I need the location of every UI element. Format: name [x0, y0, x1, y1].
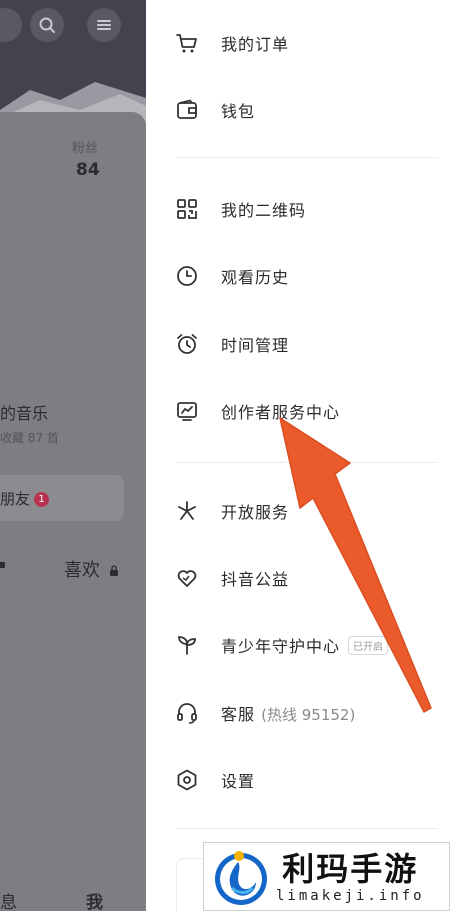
watermark-title: 利玛手游: [282, 849, 419, 888]
hamburger-icon: [97, 20, 111, 30]
menu-label-history: 观看历史: [221, 268, 290, 287]
menu-item-customer-service[interactable]: 客服 (热线 95152): [146, 686, 450, 740]
fans-label: 粉丝: [72, 141, 99, 156]
menu-label-qrcode: 我的二维码: [221, 201, 307, 220]
menu-label-customer-service: 客服 (热线 95152): [221, 701, 355, 725]
gear-icon: [174, 767, 200, 793]
site-watermark: 利玛手游 limakeji.info: [203, 842, 450, 911]
menu-label-time: 时间管理: [221, 336, 290, 355]
menu-label-creator: 创作者服务中心: [221, 403, 341, 422]
nav-messages[interactable]: 息: [0, 888, 17, 911]
music-title[interactable]: 的音乐: [0, 400, 48, 424]
heart-icon: [174, 565, 200, 591]
youth-status-tag: 已开启: [348, 635, 389, 655]
watermark-url: limakeji.info: [276, 887, 425, 904]
menu-item-history[interactable]: 观看历史: [146, 249, 450, 303]
menu-label-orders: 我的订单: [221, 35, 290, 54]
service-hotline: (热线 95152): [261, 706, 356, 724]
menu-item-settings[interactable]: 设置: [146, 753, 450, 807]
profile-background[interactable]: 粉丝 84 的音乐 收藏 87 首 朋友 1 喜欢 息 我: [0, 0, 146, 911]
tab-lock-left: [0, 556, 6, 572]
fans-count: 84: [76, 160, 100, 180]
qrcode-icon: [174, 196, 200, 222]
watermark-text: 利玛手游 limakeji.info: [276, 850, 425, 904]
tab-likes-label: 喜欢: [64, 560, 100, 581]
watermark-logo-icon: [215, 850, 267, 905]
lock-icon: [109, 565, 118, 576]
search-icon: [39, 17, 55, 33]
menu-label-youth: 青少年守护中心: [221, 637, 341, 656]
sprout-icon: [174, 632, 200, 658]
friends-badge: 1: [34, 492, 50, 507]
lock-icon: [0, 562, 5, 568]
service-text: 客服: [221, 705, 256, 724]
menu-label-open-service: 开放服务: [221, 503, 290, 522]
menu-item-creator[interactable]: 创作者服务中心: [146, 384, 450, 438]
menu-item-time[interactable]: 时间管理: [146, 317, 450, 371]
menu-item-open-service[interactable]: 开放服务: [146, 484, 450, 538]
menu-label-charity: 抖音公益: [221, 570, 290, 589]
search-button[interactable]: [30, 8, 64, 42]
menu-item-wallet[interactable]: 钱包: [146, 83, 450, 137]
clock-icon: [174, 263, 200, 289]
friends-label: 朋友 1: [0, 488, 50, 509]
menu-item-youth[interactable]: 青少年守护中心 已开启: [146, 618, 450, 672]
menu-label-settings: 设置: [221, 772, 256, 791]
menu-item-charity[interactable]: 抖音公益: [146, 551, 450, 605]
headset-icon: [174, 700, 200, 726]
cart-icon: [174, 30, 200, 56]
menu-label-wallet: 钱包: [221, 102, 256, 121]
menu-divider: [176, 462, 438, 463]
chart-monitor-icon: [174, 398, 200, 424]
friends-text: 朋友: [0, 490, 31, 508]
menu-divider: [176, 828, 438, 829]
menu-divider: [176, 157, 438, 158]
menu-button[interactable]: [87, 8, 121, 42]
menu-item-qrcode[interactable]: 我的二维码: [146, 182, 450, 236]
music-subtitle: 收藏 87 首: [0, 431, 59, 445]
nav-me[interactable]: 我: [86, 888, 103, 911]
wallet-icon: [174, 97, 200, 123]
tab-likes[interactable]: 喜欢: [64, 556, 119, 582]
menu-item-orders[interactable]: 我的订单: [146, 16, 450, 70]
sparkle-icon: [174, 498, 200, 524]
side-menu-drawer: 我的订单 钱包 我的二维码 观看历史 时间管理 创作者服务中心 开放服务 抖音公…: [146, 0, 450, 911]
alarm-clock-icon: [174, 331, 200, 357]
